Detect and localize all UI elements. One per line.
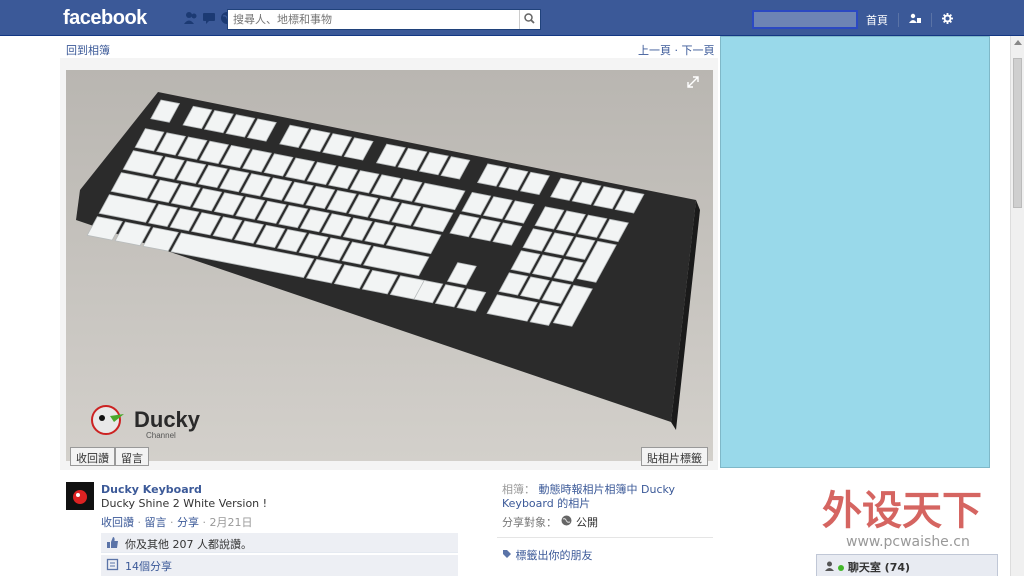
search-input[interactable] bbox=[228, 10, 518, 29]
nav-separator bbox=[931, 13, 932, 27]
share-target: 分享對象： 公開 bbox=[502, 514, 598, 530]
scrollbar-thumb[interactable] bbox=[1013, 58, 1022, 208]
photo-pager[interactable]: 上一頁 · 下一頁 bbox=[638, 42, 715, 58]
privacy-shortcuts-icon[interactable] bbox=[909, 13, 921, 27]
chat-bar[interactable]: 聊天室 (74) bbox=[816, 554, 998, 576]
public-globe-icon bbox=[561, 515, 572, 529]
shares-count-link[interactable]: 14個分享 bbox=[125, 560, 172, 573]
svg-text:外设天下: 外设天下 bbox=[822, 488, 982, 534]
nav-home-link[interactable]: 首頁 bbox=[866, 12, 888, 28]
nav-separator bbox=[898, 13, 899, 27]
post-date[interactable]: 2月21日 bbox=[210, 516, 253, 529]
unlike-photo-button[interactable]: 收回讚 bbox=[70, 447, 115, 466]
likes-summary: 你及其他 207 人都說讚。 bbox=[101, 533, 458, 553]
album-prefix: 相簿： bbox=[502, 483, 535, 496]
svg-text:Channel: Channel bbox=[146, 431, 176, 440]
chat-label: 聊天室 (74) bbox=[847, 561, 911, 574]
page-scrollbar[interactable] bbox=[1010, 36, 1024, 576]
share-link[interactable]: 分享 bbox=[177, 516, 199, 529]
thumbs-up-icon bbox=[106, 536, 119, 549]
site-watermark: 外设天下 www.pcwaishe.cn bbox=[820, 478, 1008, 554]
svg-text:Ducky: Ducky bbox=[134, 407, 201, 432]
settings-gear-icon[interactable] bbox=[942, 13, 953, 27]
share-target-label: 分享對象： bbox=[502, 516, 557, 529]
top-bar: facebook 首頁 bbox=[0, 0, 1024, 36]
right-ad-pane bbox=[720, 36, 990, 468]
tag-icon bbox=[503, 550, 511, 558]
likes-text[interactable]: 你及其他 207 人都說讚。 bbox=[125, 538, 252, 551]
svg-text:www.pcwaishe.cn: www.pcwaishe.cn bbox=[846, 534, 970, 550]
page-avatar[interactable] bbox=[66, 482, 94, 510]
profile-name-box[interactable] bbox=[752, 10, 858, 29]
post-text: Ducky Shine 2 White Version ! bbox=[101, 497, 268, 510]
post-actions: 收回讚 · 留言 · 分享 · 2月21日 bbox=[101, 516, 253, 529]
sidebar-divider bbox=[497, 537, 713, 538]
chat-friends-icon bbox=[825, 561, 838, 574]
tag-friends-link[interactable]: 標籤出你的朋友 bbox=[502, 547, 593, 563]
back-to-album-link[interactable]: 回到相簿 bbox=[66, 42, 110, 58]
album-info: 相簿： 動態時報相片相簿中 Ducky Keyboard 的相片 bbox=[502, 483, 707, 511]
scroll-up-arrow-icon[interactable] bbox=[1014, 40, 1022, 45]
search-box[interactable] bbox=[227, 9, 541, 30]
online-dot-icon bbox=[837, 565, 844, 571]
share-count-icon bbox=[106, 558, 119, 571]
share-target-value[interactable]: 公開 bbox=[576, 514, 598, 530]
comment-link[interactable]: 留言 bbox=[145, 516, 167, 529]
search-icon bbox=[524, 13, 535, 24]
shares-summary: 14個分享 bbox=[101, 555, 458, 576]
tag-photo-button[interactable]: 貼相片標籤 bbox=[641, 447, 708, 466]
search-button[interactable] bbox=[519, 10, 540, 29]
expand-photo-icon[interactable] bbox=[687, 76, 699, 88]
comment-photo-button[interactable]: 留言 bbox=[115, 447, 149, 466]
friend-requests-icon[interactable] bbox=[184, 11, 198, 25]
facebook-logo[interactable]: facebook bbox=[63, 7, 147, 30]
keyboard-photo: Ducky Channel bbox=[66, 70, 713, 461]
unlike-link[interactable]: 收回讚 bbox=[101, 516, 134, 529]
post-author-link[interactable]: Ducky Keyboard bbox=[101, 483, 202, 496]
